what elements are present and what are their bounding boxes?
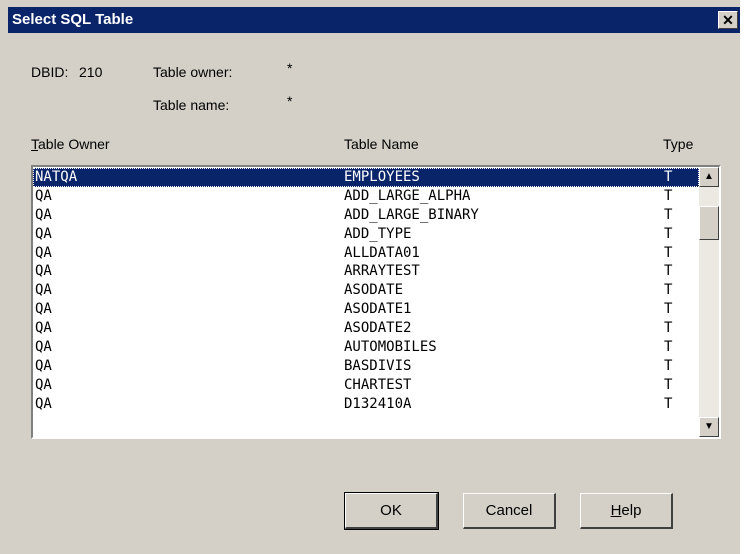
column-header-name: Table Name bbox=[344, 136, 419, 152]
cell-owner: QA bbox=[35, 282, 52, 299]
cell-name: ADD_LARGE_BINARY bbox=[344, 206, 479, 223]
cell-type: T bbox=[664, 376, 673, 393]
table-row[interactable]: QA ADD_LARGE_BINARY T bbox=[33, 206, 699, 225]
cell-owner: NATQA bbox=[35, 169, 78, 185]
cell-name: ASODATE bbox=[344, 282, 404, 299]
cell-name: ADD_TYPE bbox=[344, 225, 412, 242]
scroll-down-button[interactable]: ▼ bbox=[699, 417, 719, 437]
cell-type: T bbox=[664, 320, 673, 337]
cell-type: T bbox=[664, 206, 673, 223]
table-owner-value: * bbox=[287, 60, 293, 76]
table-list[interactable]: NATQA EMPLOYEES T QA ADD_LARGE_ALPHA T QA ADD_L… bbox=[31, 165, 721, 439]
dbid-value: 210 bbox=[79, 64, 103, 80]
cell-type: T bbox=[664, 187, 673, 204]
cell-owner: QA bbox=[35, 301, 52, 318]
cell-type: T bbox=[664, 395, 673, 412]
column-header-owner: Table Owner bbox=[31, 136, 110, 152]
cell-owner: QA bbox=[35, 206, 52, 223]
scroll-thumb[interactable] bbox=[699, 206, 719, 240]
cell-owner: QA bbox=[35, 263, 52, 280]
cell-name: D132410A bbox=[344, 395, 412, 412]
cell-owner: QA bbox=[35, 357, 52, 374]
cell-name: CHARTEST bbox=[344, 376, 412, 393]
dbid-label: DBID: bbox=[31, 64, 69, 80]
cell-name: ASODATE1 bbox=[344, 301, 412, 318]
cell-owner: QA bbox=[35, 376, 52, 393]
help-mnemonic: H bbox=[610, 502, 622, 519]
table-row[interactable]: NATQA EMPLOYEES T bbox=[33, 168, 699, 187]
table-row[interactable]: QA CHARTEST T bbox=[33, 376, 699, 395]
cell-owner: QA bbox=[35, 244, 52, 261]
column-header-type: Type bbox=[663, 136, 694, 152]
table-row[interactable]: QA ADD_TYPE T bbox=[33, 225, 699, 244]
vertical-scrollbar[interactable]: ▲ ▼ bbox=[699, 167, 719, 437]
cell-name: AUTOMOBILES bbox=[344, 339, 437, 356]
cell-type: T bbox=[664, 282, 673, 299]
owner-header-mnemonic: T bbox=[31, 136, 38, 152]
down-arrow-icon: ▼ bbox=[704, 421, 714, 432]
close-button[interactable]: ✕ bbox=[718, 11, 738, 29]
table-row[interactable]: QA BASDIVIS T bbox=[33, 357, 699, 376]
close-icon: ✕ bbox=[722, 12, 734, 28]
table-owner-label: Table owner: bbox=[153, 64, 233, 80]
table-list-rows: NATQA EMPLOYEES T QA ADD_LARGE_ALPHA T QA ADD_L… bbox=[33, 168, 699, 414]
cell-owner: QA bbox=[35, 320, 52, 337]
help-rest: elp bbox=[621, 502, 642, 519]
cell-name: ARRAYTEST bbox=[344, 263, 420, 280]
ok-button[interactable]: OK bbox=[344, 492, 439, 530]
cell-type: T bbox=[664, 263, 673, 280]
table-row[interactable]: QA D132410A T bbox=[33, 395, 699, 414]
cell-owner: QA bbox=[35, 339, 52, 356]
cell-type: T bbox=[664, 357, 673, 374]
table-row[interactable]: QA ASODATE1 T bbox=[33, 300, 699, 319]
table-name-label: Table name: bbox=[153, 97, 230, 113]
table-row[interactable]: QA ASODATE T bbox=[33, 281, 699, 300]
title-bar[interactable]: Select SQL Table ✕ bbox=[8, 7, 740, 33]
select-sql-table-dialog: Select SQL Table ✕ DBID: 210 Table owner… bbox=[0, 0, 740, 554]
scroll-up-button[interactable]: ▲ bbox=[699, 167, 719, 187]
cell-type: T bbox=[664, 301, 673, 318]
table-row[interactable]: QA ARRAYTEST T bbox=[33, 262, 699, 281]
cell-type: T bbox=[664, 339, 673, 356]
cell-name: ALLDATA01 bbox=[344, 244, 420, 261]
table-row[interactable]: QA ADD_LARGE_ALPHA T bbox=[33, 187, 699, 206]
table-row[interactable]: QA ALLDATA01 T bbox=[33, 244, 699, 263]
up-arrow-icon: ▲ bbox=[704, 171, 714, 182]
window-title: Select SQL Table bbox=[12, 11, 134, 28]
cell-owner: QA bbox=[35, 187, 52, 204]
table-name-value: * bbox=[287, 93, 293, 109]
cell-owner: QA bbox=[35, 225, 52, 242]
cell-name: BASDIVIS bbox=[344, 357, 412, 374]
cell-type: T bbox=[664, 244, 673, 261]
cell-name: EMPLOYEES bbox=[344, 169, 420, 185]
cell-type: T bbox=[664, 169, 673, 185]
cell-name: ADD_LARGE_ALPHA bbox=[344, 187, 471, 204]
cell-owner: QA bbox=[35, 395, 52, 412]
owner-header-rest: able Owner bbox=[38, 136, 110, 152]
help-button[interactable]: Help bbox=[580, 493, 673, 529]
cancel-button[interactable]: Cancel bbox=[463, 493, 556, 529]
table-row[interactable]: QA ASODATE2 T bbox=[33, 319, 699, 338]
table-row[interactable]: QA AUTOMOBILES T bbox=[33, 338, 699, 357]
cell-name: ASODATE2 bbox=[344, 320, 412, 337]
cell-type: T bbox=[664, 225, 673, 242]
